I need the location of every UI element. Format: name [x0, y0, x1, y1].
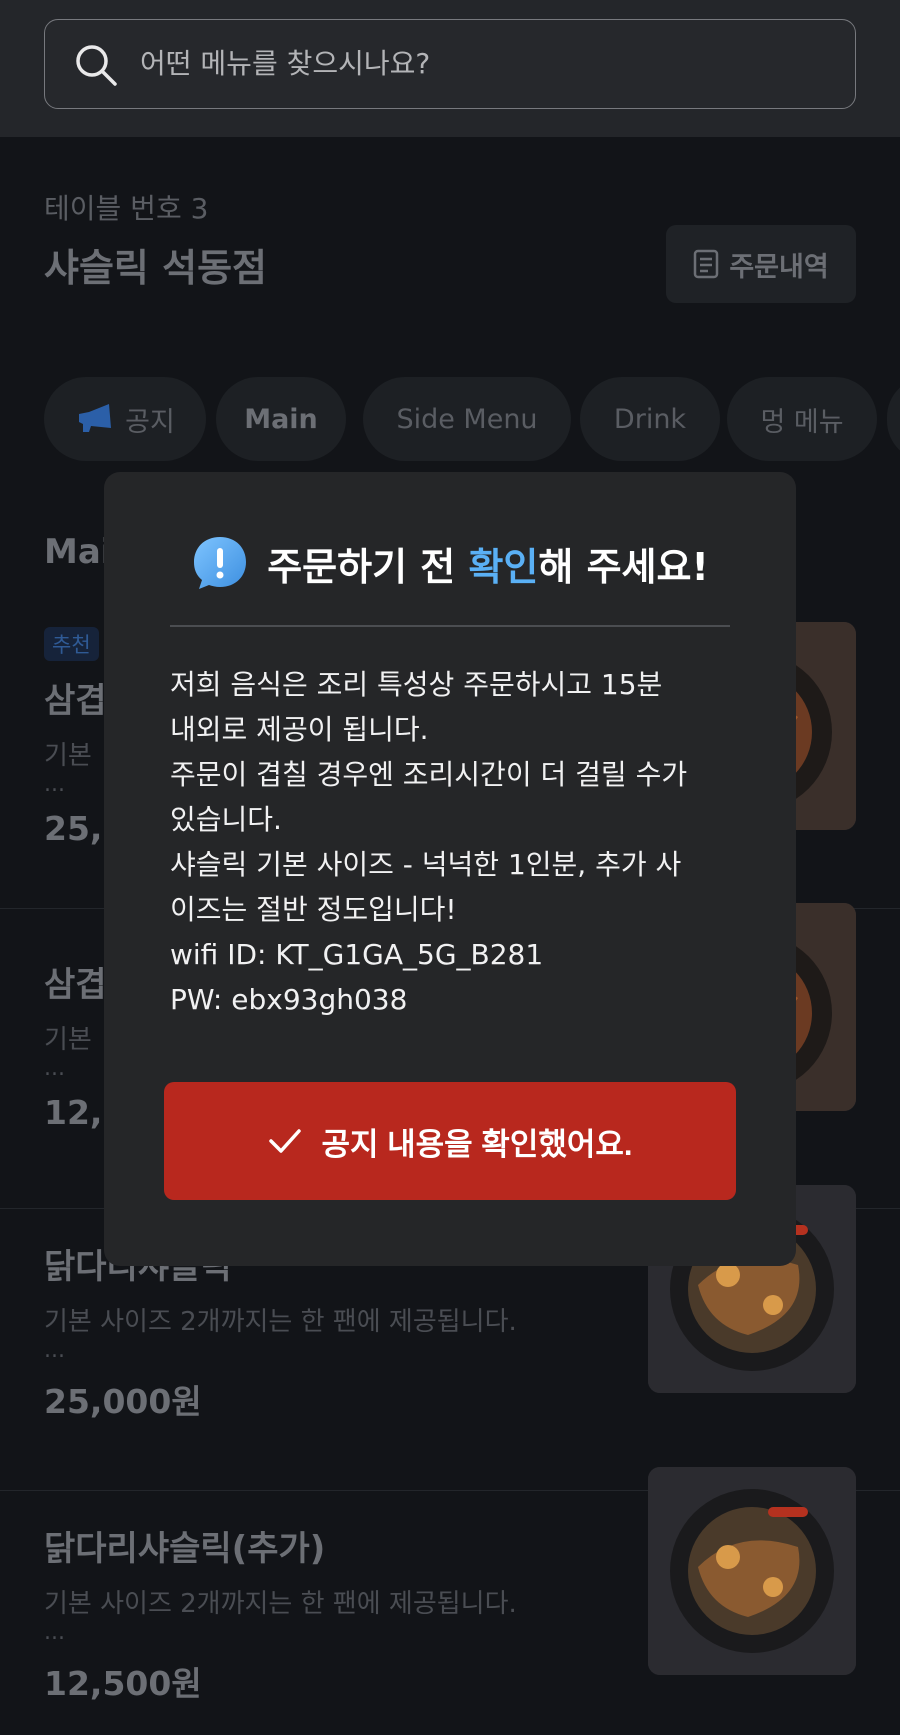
search-icon — [76, 45, 117, 86]
menu-item-ellipsis: ... — [44, 1620, 65, 1645]
notice-line: wifi ID: KT_G1GA_5G_B281 — [170, 938, 544, 971]
notice-line: 샤슬릭 기본 사이즈 - 넉넉한 1인분, 추가 사 — [170, 848, 682, 881]
modal-title-suffix: 해 주세요! — [538, 544, 709, 589]
confirm-notice-button[interactable]: 공지 내용을 확인했어요. — [164, 1082, 736, 1200]
notice-line: 저희 음식은 조리 특성상 주문하시고 15분 — [170, 668, 663, 701]
tab-dog-menu[interactable]: 멍 메뉴 — [727, 377, 877, 461]
order-history-button[interactable]: 주문내역 — [666, 225, 856, 303]
receipt-icon — [694, 249, 719, 279]
modal-header: 주문하기 전 확인해 주세요! — [104, 534, 796, 592]
search-input[interactable] — [140, 20, 830, 107]
modal-body: 저희 음식은 조리 특성상 주문하시고 15분 내외로 제공이 됩니다. 주문이… — [170, 662, 750, 1022]
notice-line: PW: ebx93gh038 — [170, 983, 408, 1016]
tab-main[interactable]: Main — [216, 377, 346, 461]
menu-item-name: 닭다리샤슬릭(추가) — [44, 1529, 326, 1569]
tab-label: Side Menu — [396, 403, 538, 435]
notice-modal: 주문하기 전 확인해 주세요! 저희 음식은 조리 특성상 주문하시고 15분 … — [104, 472, 796, 1266]
menu-item-price: 12,500원 — [44, 1664, 202, 1703]
tab-label: 멍 메뉴 — [760, 406, 844, 438]
menu-item-name: 삼겹 — [44, 965, 107, 1005]
search-box[interactable] — [44, 19, 856, 109]
menu-item-name: 삼겹 — [44, 681, 107, 721]
table-number: 테이블 번호 3 — [44, 192, 209, 225]
notice-line: 있습니다. — [170, 803, 282, 836]
menu-item-desc: 기본 — [44, 741, 92, 771]
store-name: 샤슬릭 석동점 — [44, 246, 267, 290]
tab-label: Main — [244, 403, 318, 435]
menu-item-ellipsis: ... — [44, 772, 65, 797]
menu-item-desc: 기본 사이즈 2개까지는 한 팬에 제공됩니다. — [44, 1589, 517, 1619]
section-title: Mai — [44, 532, 113, 572]
category-tabs: 공지 Main Side Menu Drink 멍 메뉴 — [44, 377, 900, 461]
tab-more[interactable] — [887, 377, 900, 461]
tab-drink[interactable]: Drink — [580, 377, 720, 461]
menu-item-ellipsis: ... — [44, 1338, 65, 1363]
alert-icon — [194, 537, 247, 589]
recommend-badge: 추천 — [44, 627, 99, 661]
menu-item-desc: 기본 — [44, 1025, 92, 1055]
confirm-label: 공지 내용을 확인했어요. — [321, 1126, 633, 1162]
top-bar — [0, 0, 900, 137]
megaphone-icon — [79, 404, 112, 432]
modal-title-prefix: 주문하기 전 — [267, 544, 469, 589]
tab-notice[interactable]: 공지 — [44, 377, 206, 461]
menu-item-image — [648, 1467, 856, 1675]
menu-item[interactable]: 닭다리샤슬릭(추가) 기본 사이즈 2개까지는 한 팬에 제공됩니다. ... … — [0, 1467, 900, 1735]
menu-item-desc: 기본 사이즈 2개까지는 한 팬에 제공됩니다. — [44, 1307, 517, 1337]
notice-line: 이즈는 절반 정도입니다! — [170, 893, 457, 926]
tab-side-menu[interactable]: Side Menu — [363, 377, 571, 461]
check-icon — [269, 1129, 302, 1153]
notice-line: 주문이 겹칠 경우엔 조리시간이 더 걸릴 수가 — [170, 758, 688, 791]
menu-item-ellipsis: ... — [44, 1056, 65, 1081]
order-history-label: 주문내역 — [729, 251, 829, 283]
modal-title-highlight: 확인 — [468, 544, 539, 589]
notice-line: 내외로 제공이 됩니다. — [170, 713, 429, 746]
tab-label: 공지 — [125, 406, 175, 438]
modal-divider — [170, 625, 730, 627]
modal-title: 주문하기 전 확인해 주세요! — [267, 536, 709, 591]
menu-item-price: 25,000원 — [44, 1382, 202, 1421]
tab-label: Drink — [613, 403, 687, 435]
